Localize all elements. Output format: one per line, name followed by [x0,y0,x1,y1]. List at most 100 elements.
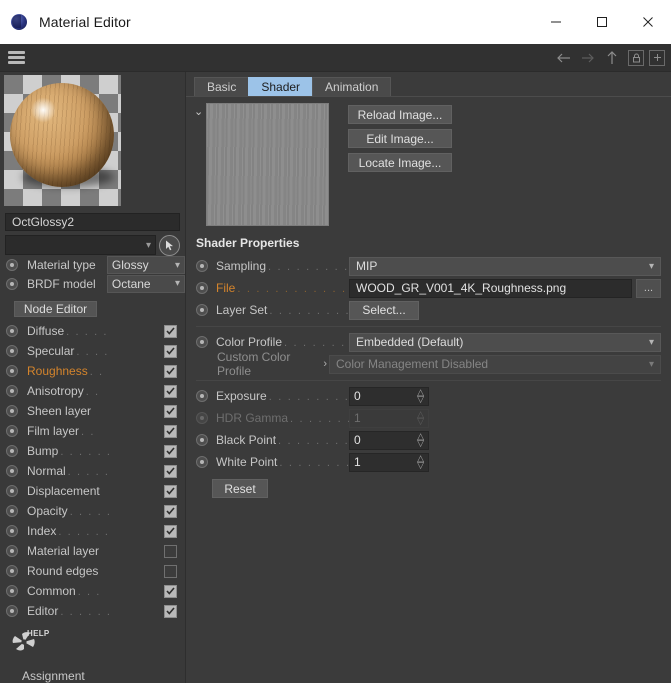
channel-radio[interactable] [6,365,18,378]
channel-label: Material layer [27,544,100,559]
tab-animation[interactable]: Animation [312,77,392,96]
black-point-radio[interactable] [196,434,208,446]
add-panel-icon[interactable] [649,49,665,66]
assignment-label[interactable]: Assignment [0,669,185,683]
channel-radio[interactable] [6,545,18,558]
black-point-stepper[interactable]: 0 △ ▽ [349,430,429,450]
file-browse-button[interactable]: ... [636,278,661,298]
chevron-down-icon: ▾ [648,260,654,272]
channel-row[interactable]: Common. . . [0,581,185,601]
channel-checkbox[interactable] [164,324,177,338]
channel-radio[interactable] [6,485,18,498]
material-preview-sphere[interactable] [4,75,121,206]
channel-row[interactable]: Bump. . . . . . [0,441,185,461]
back-icon[interactable] [553,47,575,69]
node-editor-button[interactable]: Node Editor [14,301,97,318]
channel-checkbox[interactable] [164,564,177,578]
texture-thumbnail[interactable] [206,103,329,226]
channel-row[interactable]: Roughness. . [0,361,185,381]
channel-checkbox[interactable] [164,544,177,558]
sampling-radio[interactable] [196,260,208,272]
black-point-label: Black Point . . . . . . . . [216,433,349,447]
maximize-icon[interactable] [579,0,625,44]
layer-set-radio[interactable] [196,304,208,316]
white-point-radio[interactable] [196,456,208,468]
file-row: File . . . . . . . . . . . . . WOOD_GR_V… [186,277,671,299]
channel-row[interactable]: Film layer. . [0,421,185,441]
channel-checkbox[interactable] [164,404,177,418]
brdf-model-row: BRDF model Octane ▾ [0,274,185,294]
channel-radio[interactable] [6,605,18,618]
channel-radio[interactable] [6,325,18,338]
channel-checkbox[interactable] [164,464,177,478]
channel-checkbox[interactable] [164,384,177,398]
channel-radio[interactable] [6,445,18,458]
channel-radio[interactable] [6,345,18,358]
file-path-input[interactable]: WOOD_GR_V001_4K_Roughness.png [349,278,632,298]
channel-radio[interactable] [6,465,18,478]
channel-checkbox[interactable] [164,484,177,498]
material-name-input[interactable]: OctGlossy2 [5,213,180,231]
channel-radio[interactable] [6,505,18,518]
channel-row[interactable]: Opacity. . . . . [0,501,185,521]
hamburger-menu-icon[interactable] [8,51,25,64]
chevron-down-icon[interactable]: ⌄ [194,103,206,226]
close-icon[interactable] [625,0,671,44]
exposure-radio[interactable] [196,390,208,402]
lock-icon[interactable] [628,49,644,66]
edit-image-button[interactable]: Edit Image... [348,129,452,148]
material-search-input[interactable]: ▾ [5,235,156,256]
channel-checkbox[interactable] [164,344,177,358]
channel-checkbox[interactable] [164,424,177,438]
channel-row[interactable]: Round edges [0,561,185,581]
tab-basic[interactable]: Basic [194,77,250,96]
brdf-model-select[interactable]: Octane ▾ [106,274,185,293]
channel-row[interactable]: Specular. . . . [0,341,185,361]
color-profile-radio[interactable] [196,336,208,348]
chevron-down-icon[interactable]: ▾ [146,240,151,251]
channel-checkbox[interactable] [164,604,177,618]
locate-image-button[interactable]: Locate Image... [348,153,452,172]
channel-row[interactable]: Index. . . . . . [0,521,185,541]
forward-icon[interactable] [577,47,599,69]
channel-row[interactable]: Editor. . . . . . [0,601,185,621]
channel-label: Index. . . . . . [27,524,110,539]
material-type-select[interactable]: Glossy ▾ [106,256,185,275]
channel-row[interactable]: Diffuse. . . . . [0,321,185,341]
tab-shader[interactable]: Shader [248,77,314,96]
channel-checkbox[interactable] [164,524,177,538]
channel-row[interactable]: Displacement [0,481,185,501]
material-type-radio[interactable] [6,259,18,272]
channel-checkbox[interactable] [164,364,177,378]
exposure-stepper[interactable]: 0 △ ▽ [349,386,429,406]
help-block[interactable]: HELP [0,629,185,663]
channel-checkbox[interactable] [164,504,177,518]
file-radio[interactable] [196,282,208,294]
reload-image-button[interactable]: Reload Image... [348,105,452,124]
channel-radio[interactable] [6,385,18,398]
stepper-arrows-icon[interactable]: △ ▽ [417,454,424,470]
channel-row[interactable]: Anisotropy. . [0,381,185,401]
color-profile-select[interactable]: Embedded (Default) ▾ [349,332,661,352]
channel-radio[interactable] [6,585,18,598]
white-point-stepper[interactable]: 1 △ ▽ [349,452,429,472]
cursor-picker-icon[interactable] [159,234,180,256]
channel-row[interactable]: Sheen layer [0,401,185,421]
reset-button[interactable]: Reset [212,479,268,498]
channel-checkbox[interactable] [164,584,177,598]
stepper-arrows-icon[interactable]: △ ▽ [417,388,424,404]
sampling-select[interactable]: MIP ▾ [349,256,661,276]
channel-radio[interactable] [6,405,18,418]
channel-row[interactable]: Material layer [0,541,185,561]
channel-checkbox[interactable] [164,444,177,458]
channel-radio[interactable] [6,525,18,538]
channel-radio[interactable] [6,565,18,578]
brdf-model-radio[interactable] [6,277,18,290]
minimize-icon[interactable] [533,0,579,44]
up-icon[interactable] [601,47,623,69]
layer-set-select-button[interactable]: Select... [349,300,419,320]
channel-row[interactable]: Normal. . . . . [0,461,185,481]
channel-label: Diffuse. . . . . [27,324,109,339]
stepper-arrows-icon[interactable]: △ ▽ [417,432,424,448]
channel-radio[interactable] [6,425,18,438]
